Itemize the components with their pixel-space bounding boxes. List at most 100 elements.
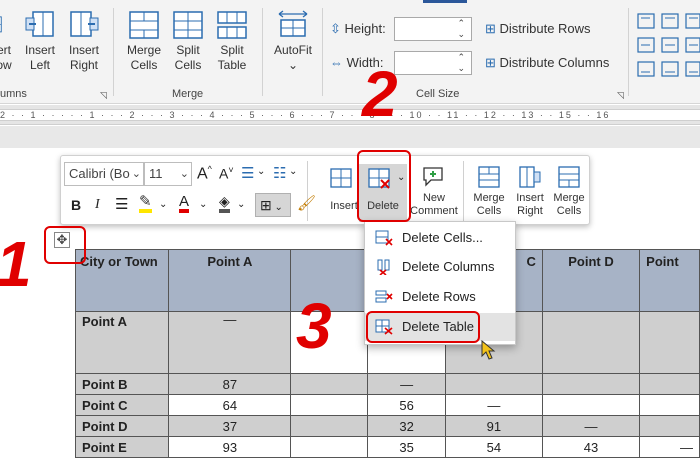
numbering-dropdown-icon[interactable]: ⌄ <box>289 166 297 177</box>
table-cell[interactable]: — <box>541 415 641 437</box>
height-input[interactable]: ⌃ ⌄ <box>394 17 472 41</box>
table-cell[interactable]: 56 <box>367 394 446 416</box>
table-cell[interactable]: Point E <box>74 436 170 458</box>
font-name-dropdown-icon[interactable]: ⌄ <box>132 163 141 185</box>
table-cell[interactable] <box>639 394 700 416</box>
cell-size-launcher-icon[interactable]: ◹ <box>617 90 624 101</box>
table-cell[interactable] <box>290 394 369 416</box>
insert-below-button[interactable]: ert ow <box>0 10 18 80</box>
insert-table-icon <box>330 168 352 188</box>
new-comment-button[interactable]: New Comment <box>410 164 458 222</box>
table-cell[interactable] <box>541 394 641 416</box>
table-cell[interactable] <box>639 373 700 395</box>
font-name-input[interactable]: Calibri (Bo ⌄ <box>64 162 144 186</box>
height-spin-up-icon[interactable]: ⌃ <box>457 18 465 28</box>
distribute-rows-button[interactable]: ⊞ Distribute Rows <box>485 21 591 37</box>
table-cell[interactable] <box>290 436 369 458</box>
insert-left-button[interactable]: Insert Left <box>20 10 60 80</box>
align-bottom-center-icon[interactable] <box>661 61 679 77</box>
table-cell[interactable]: Point C <box>74 394 170 416</box>
highlight-dropdown-icon[interactable]: ⌄ <box>159 199 167 210</box>
merge-cells-icon <box>129 11 159 39</box>
delete-cells-menu-item[interactable]: Delete Cells... <box>365 224 515 252</box>
new-comment-label-2: Comment <box>410 205 458 217</box>
table-cell[interactable]: Point D <box>74 415 170 437</box>
table-cell[interactable] <box>290 415 369 437</box>
table-cell[interactable]: 37 <box>168 415 292 437</box>
mini-merge-cells-2-label-2: Cells <box>556 205 582 217</box>
align-top-left-icon[interactable] <box>637 13 655 29</box>
mini-merge-cells-2-button[interactable]: Merge Cells <box>549 164 589 222</box>
highlight-icon[interactable]: ✎ <box>139 194 152 213</box>
split-cells-icon <box>173 11 203 39</box>
insert-below-label-2: ow <box>0 58 12 72</box>
font-size-dropdown-icon[interactable]: ⌄ <box>180 163 189 185</box>
grow-font-icon[interactable]: A^ <box>197 164 212 183</box>
table-cell[interactable]: 32 <box>367 415 446 437</box>
align-bottom-right-icon[interactable] <box>685 61 700 77</box>
width-spin-up-icon[interactable]: ⌃ <box>457 52 465 62</box>
ribbon-separator <box>628 8 629 96</box>
header-cell[interactable]: Point <box>639 249 700 312</box>
table-cell[interactable]: Point A <box>74 311 170 374</box>
bullets-icon[interactable]: ☰ <box>241 164 254 182</box>
rows-columns-launcher-icon[interactable]: ◹ <box>100 90 107 101</box>
italic-icon[interactable]: I <box>95 197 100 213</box>
table-cell[interactable]: 35 <box>367 436 446 458</box>
shading-dropdown-icon[interactable]: ⌄ <box>237 199 245 210</box>
insert-right-button[interactable]: Insert Right <box>64 10 104 80</box>
table-cell[interactable]: 64 <box>168 394 292 416</box>
ruler[interactable]: 2 · · 1 · · · · · 1 · · · 2 · · · 3 · · … <box>0 105 700 125</box>
align-center-icon[interactable]: ☰ <box>115 195 128 213</box>
autofit-button[interactable]: AutoFit ⌄ <box>268 10 318 80</box>
height-field-label: ⇳ Height: <box>330 21 386 37</box>
font-size-input[interactable]: 11 ⌄ <box>144 162 192 186</box>
table-cell[interactable]: 43 <box>541 436 641 458</box>
table-cell[interactable] <box>541 373 641 395</box>
table-cell[interactable] <box>444 373 543 395</box>
insert-left-icon <box>25 11 54 37</box>
distribute-columns-button[interactable]: ⊞ Distribute Columns <box>485 55 609 71</box>
font-color-dropdown-icon[interactable]: ⌄ <box>199 199 207 210</box>
table-cell[interactable] <box>290 373 369 395</box>
insert-button[interactable]: Insert <box>327 164 359 222</box>
shrink-font-icon[interactable]: A˅ <box>219 165 234 182</box>
table-cell[interactable] <box>541 311 641 374</box>
table-cell[interactable]: — <box>367 373 446 395</box>
table-cell[interactable]: 54 <box>444 436 543 458</box>
format-painter-icon[interactable]: 🖌 <box>297 194 316 212</box>
align-bottom-left-icon[interactable] <box>637 61 655 77</box>
table-cell[interactable] <box>639 311 700 374</box>
header-cell[interactable]: Point A <box>168 249 292 312</box>
delete-rows-menu-item[interactable]: Delete Rows <box>365 283 515 311</box>
bullets-dropdown-icon[interactable]: ⌄ <box>257 166 265 177</box>
table-cell[interactable]: Point B <box>74 373 170 395</box>
numbering-icon[interactable]: ☷ <box>273 164 286 182</box>
shading-icon[interactable]: ◈ <box>219 194 230 213</box>
split-table-button[interactable]: Split Table <box>211 10 253 80</box>
distribute-rows-icon: ⊞ <box>485 21 500 36</box>
header-cell[interactable]: City or Town <box>74 249 170 312</box>
table-cell[interactable]: 91 <box>444 415 543 437</box>
font-color-icon[interactable]: A <box>179 194 190 213</box>
table-cell[interactable]: — <box>168 311 292 374</box>
width-spin-down-icon[interactable]: ⌄ <box>457 63 465 73</box>
split-cells-button[interactable]: Split Cells <box>167 10 209 80</box>
align-top-right-icon[interactable] <box>685 13 700 29</box>
bold-icon[interactable]: B <box>71 197 81 213</box>
width-input[interactable]: ⌃ ⌄ <box>394 51 472 75</box>
delete-columns-menu-item[interactable]: Delete Columns <box>365 253 515 281</box>
mini-insert-right-button[interactable]: Insert Right <box>511 164 549 222</box>
merge-cells-button[interactable]: Merge Cells <box>122 10 166 80</box>
table-cell[interactable]: 93 <box>168 436 292 458</box>
table-cell[interactable]: — <box>639 436 700 458</box>
table-cell[interactable]: — <box>444 394 543 416</box>
height-spin-down-icon[interactable]: ⌄ <box>457 29 465 39</box>
mini-merge-cells-button[interactable]: Merge Cells <box>469 164 509 222</box>
header-cell[interactable]: Point D <box>541 249 641 312</box>
table-cell[interactable]: 87 <box>168 373 292 395</box>
table-cell[interactable] <box>639 415 700 437</box>
rows-columns-group-label: umns <box>0 88 27 100</box>
borders-button[interactable]: ⊞ ⌄ <box>255 193 291 217</box>
align-top-center-icon[interactable] <box>661 13 679 29</box>
